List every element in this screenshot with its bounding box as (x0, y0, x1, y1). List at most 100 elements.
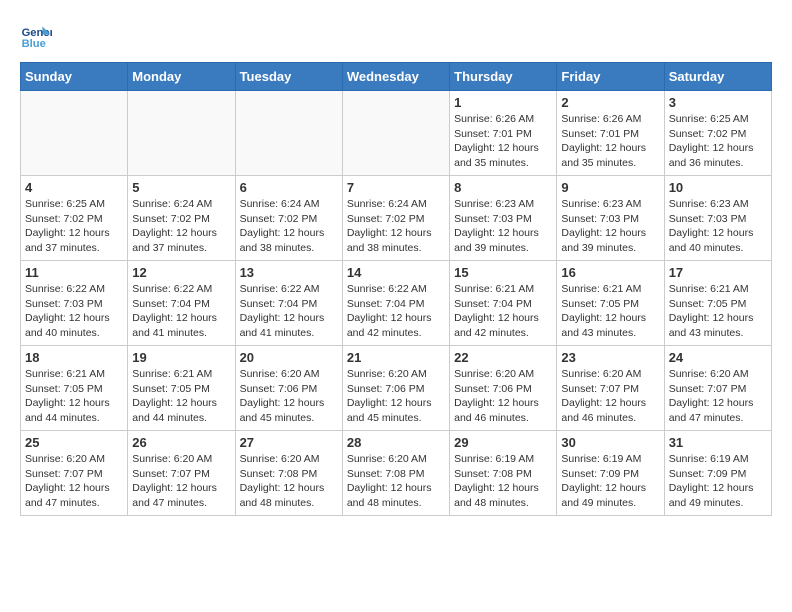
calendar-week-2: 4 Sunrise: 6:25 AM Sunset: 7:02 PM Daylig… (21, 176, 772, 261)
col-header-friday: Friday (557, 63, 664, 91)
day-number: 31 (669, 435, 767, 450)
day-info: Sunrise: 6:24 AM Sunset: 7:02 PM Dayligh… (240, 197, 338, 256)
day-number: 1 (454, 95, 552, 110)
col-header-saturday: Saturday (664, 63, 771, 91)
day-info: Sunrise: 6:23 AM Sunset: 7:03 PM Dayligh… (669, 197, 767, 256)
day-number: 2 (561, 95, 659, 110)
day-info: Sunrise: 6:25 AM Sunset: 7:02 PM Dayligh… (669, 112, 767, 171)
day-number: 9 (561, 180, 659, 195)
day-info: Sunrise: 6:23 AM Sunset: 7:03 PM Dayligh… (454, 197, 552, 256)
day-info: Sunrise: 6:22 AM Sunset: 7:04 PM Dayligh… (240, 282, 338, 341)
day-info: Sunrise: 6:22 AM Sunset: 7:04 PM Dayligh… (347, 282, 445, 341)
day-number: 27 (240, 435, 338, 450)
calendar-cell: 14 Sunrise: 6:22 AM Sunset: 7:04 PM Dayli… (342, 261, 449, 346)
calendar-cell: 22 Sunrise: 6:20 AM Sunset: 7:06 PM Dayli… (450, 346, 557, 431)
col-header-monday: Monday (128, 63, 235, 91)
calendar-cell: 11 Sunrise: 6:22 AM Sunset: 7:03 PM Dayli… (21, 261, 128, 346)
day-number: 15 (454, 265, 552, 280)
day-number: 10 (669, 180, 767, 195)
day-number: 6 (240, 180, 338, 195)
calendar-cell: 29 Sunrise: 6:19 AM Sunset: 7:08 PM Dayli… (450, 431, 557, 516)
calendar-cell: 27 Sunrise: 6:20 AM Sunset: 7:08 PM Dayli… (235, 431, 342, 516)
calendar-cell (128, 91, 235, 176)
day-number: 23 (561, 350, 659, 365)
day-number: 26 (132, 435, 230, 450)
day-number: 12 (132, 265, 230, 280)
day-info: Sunrise: 6:21 AM Sunset: 7:05 PM Dayligh… (132, 367, 230, 426)
day-info: Sunrise: 6:23 AM Sunset: 7:03 PM Dayligh… (561, 197, 659, 256)
day-info: Sunrise: 6:20 AM Sunset: 7:07 PM Dayligh… (561, 367, 659, 426)
calendar-cell (342, 91, 449, 176)
day-info: Sunrise: 6:19 AM Sunset: 7:08 PM Dayligh… (454, 452, 552, 511)
day-number: 29 (454, 435, 552, 450)
calendar-cell: 4 Sunrise: 6:25 AM Sunset: 7:02 PM Daylig… (21, 176, 128, 261)
calendar-cell: 12 Sunrise: 6:22 AM Sunset: 7:04 PM Dayli… (128, 261, 235, 346)
calendar-week-1: 1 Sunrise: 6:26 AM Sunset: 7:01 PM Daylig… (21, 91, 772, 176)
calendar-cell: 8 Sunrise: 6:23 AM Sunset: 7:03 PM Daylig… (450, 176, 557, 261)
day-info: Sunrise: 6:20 AM Sunset: 7:08 PM Dayligh… (347, 452, 445, 511)
day-info: Sunrise: 6:25 AM Sunset: 7:02 PM Dayligh… (25, 197, 123, 256)
day-number: 16 (561, 265, 659, 280)
day-info: Sunrise: 6:20 AM Sunset: 7:06 PM Dayligh… (454, 367, 552, 426)
calendar-cell: 16Sunrise: 6:21 AM Sunset: 7:05 PM Dayli… (557, 261, 664, 346)
logo: General Blue (20, 20, 52, 52)
calendar-cell: 1 Sunrise: 6:26 AM Sunset: 7:01 PM Daylig… (450, 91, 557, 176)
svg-text:Blue: Blue (22, 38, 46, 50)
calendar-cell: 30 Sunrise: 6:19 AM Sunset: 7:09 PM Dayli… (557, 431, 664, 516)
day-info: Sunrise: 6:22 AM Sunset: 7:03 PM Dayligh… (25, 282, 123, 341)
day-number: 7 (347, 180, 445, 195)
day-number: 4 (25, 180, 123, 195)
calendar-cell: 19 Sunrise: 6:21 AM Sunset: 7:05 PM Dayli… (128, 346, 235, 431)
calendar-week-3: 11 Sunrise: 6:22 AM Sunset: 7:03 PM Dayli… (21, 261, 772, 346)
day-info: Sunrise: 6:20 AM Sunset: 7:06 PM Dayligh… (347, 367, 445, 426)
day-number: 19 (132, 350, 230, 365)
calendar-table: SundayMondayTuesdayWednesdayThursdayFrid… (20, 62, 772, 516)
day-info: Sunrise: 6:21 AM Sunset: 7:05 PM Dayligh… (25, 367, 123, 426)
day-number: 3 (669, 95, 767, 110)
calendar-cell: 6 Sunrise: 6:24 AM Sunset: 7:02 PM Daylig… (235, 176, 342, 261)
day-info: Sunrise: 6:26 AM Sunset: 7:01 PM Dayligh… (454, 112, 552, 171)
calendar-cell: 17 Sunrise: 6:21 AM Sunset: 7:05 PM Dayli… (664, 261, 771, 346)
calendar-week-5: 25 Sunrise: 6:20 AM Sunset: 7:07 PM Dayli… (21, 431, 772, 516)
day-info: Sunrise: 6:22 AM Sunset: 7:04 PM Dayligh… (132, 282, 230, 341)
day-info: Sunrise: 6:21 AM Sunset: 7:04 PM Dayligh… (454, 282, 552, 341)
calendar-cell: 26 Sunrise: 6:20 AM Sunset: 7:07 PM Dayli… (128, 431, 235, 516)
page-header: General Blue (20, 20, 772, 52)
day-number: 30 (561, 435, 659, 450)
calendar-cell (235, 91, 342, 176)
calendar-cell: 13Sunrise: 6:22 AM Sunset: 7:04 PM Dayli… (235, 261, 342, 346)
day-number: 24 (669, 350, 767, 365)
day-number: 8 (454, 180, 552, 195)
calendar-cell: 28 Sunrise: 6:20 AM Sunset: 7:08 PM Dayli… (342, 431, 449, 516)
day-number: 14 (347, 265, 445, 280)
day-number: 25 (25, 435, 123, 450)
day-info: Sunrise: 6:20 AM Sunset: 7:08 PM Dayligh… (240, 452, 338, 511)
day-info: Sunrise: 6:19 AM Sunset: 7:09 PM Dayligh… (669, 452, 767, 511)
day-number: 28 (347, 435, 445, 450)
calendar-cell: 5 Sunrise: 6:24 AM Sunset: 7:02 PM Daylig… (128, 176, 235, 261)
calendar-cell: 9 Sunrise: 6:23 AM Sunset: 7:03 PM Daylig… (557, 176, 664, 261)
calendar-header-row: SundayMondayTuesdayWednesdayThursdayFrid… (21, 63, 772, 91)
calendar-cell (21, 91, 128, 176)
day-info: Sunrise: 6:20 AM Sunset: 7:07 PM Dayligh… (132, 452, 230, 511)
day-number: 11 (25, 265, 123, 280)
day-number: 5 (132, 180, 230, 195)
calendar-week-4: 18Sunrise: 6:21 AM Sunset: 7:05 PM Dayli… (21, 346, 772, 431)
calendar-cell: 18Sunrise: 6:21 AM Sunset: 7:05 PM Dayli… (21, 346, 128, 431)
day-number: 17 (669, 265, 767, 280)
day-number: 22 (454, 350, 552, 365)
calendar-cell: 10 Sunrise: 6:23 AM Sunset: 7:03 PM Dayli… (664, 176, 771, 261)
calendar-cell: 21Sunrise: 6:20 AM Sunset: 7:06 PM Dayli… (342, 346, 449, 431)
calendar-cell: 2 Sunrise: 6:26 AM Sunset: 7:01 PM Daylig… (557, 91, 664, 176)
day-info: Sunrise: 6:24 AM Sunset: 7:02 PM Dayligh… (347, 197, 445, 256)
day-number: 20 (240, 350, 338, 365)
calendar-cell: 31 Sunrise: 6:19 AM Sunset: 7:09 PM Dayli… (664, 431, 771, 516)
day-info: Sunrise: 6:20 AM Sunset: 7:07 PM Dayligh… (669, 367, 767, 426)
day-info: Sunrise: 6:19 AM Sunset: 7:09 PM Dayligh… (561, 452, 659, 511)
day-info: Sunrise: 6:20 AM Sunset: 7:07 PM Dayligh… (25, 452, 123, 511)
day-info: Sunrise: 6:26 AM Sunset: 7:01 PM Dayligh… (561, 112, 659, 171)
calendar-cell: 25 Sunrise: 6:20 AM Sunset: 7:07 PM Dayli… (21, 431, 128, 516)
day-info: Sunrise: 6:24 AM Sunset: 7:02 PM Dayligh… (132, 197, 230, 256)
col-header-thursday: Thursday (450, 63, 557, 91)
day-info: Sunrise: 6:21 AM Sunset: 7:05 PM Dayligh… (669, 282, 767, 341)
